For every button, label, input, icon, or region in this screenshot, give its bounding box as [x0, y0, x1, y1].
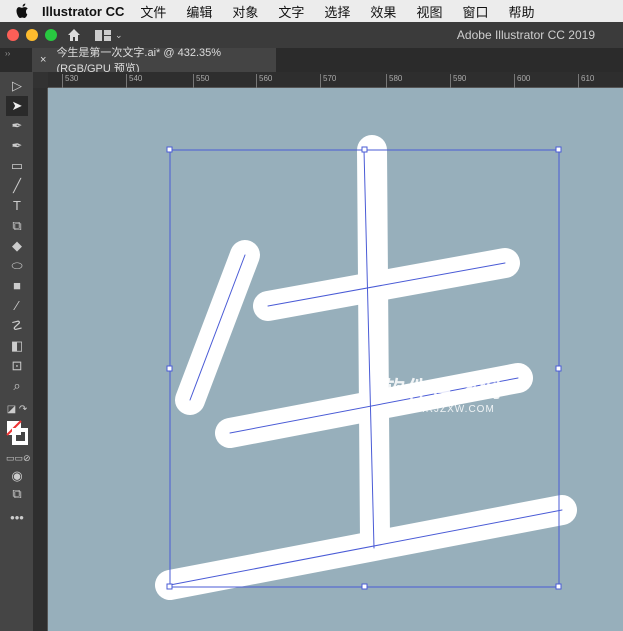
artwork [155, 135, 577, 600]
shape-builder-tool-icon[interactable]: ⬭ [6, 256, 28, 276]
apple-icon[interactable] [16, 3, 32, 19]
ruler-tick: 610 [578, 74, 594, 88]
menu-app-name[interactable]: Illustrator CC [42, 4, 124, 19]
artboard-canvas[interactable]: 软件自学网 WWW.RJZXW.COM [48, 88, 623, 631]
horizontal-ruler[interactable]: 530 540 550 560 570 580 590 600 610 [48, 72, 623, 88]
minimize-window-button[interactable] [26, 29, 38, 41]
zoom-window-button[interactable] [45, 29, 57, 41]
default-colors-swap-icon[interactable]: ◪ ↷ [6, 400, 28, 420]
type-tool-icon[interactable]: T [6, 196, 28, 216]
eraser-tool-icon[interactable]: ◆ [6, 236, 28, 256]
document-tab[interactable]: × 今生是第一次文字.ai* @ 432.35% (RGB/GPU 预览) [32, 47, 276, 75]
draw-mode-icon[interactable]: ◉ [6, 466, 28, 486]
ruler-tick: 550 [193, 74, 209, 88]
artboard-tool-icon[interactable]: ⊡ [6, 356, 28, 376]
document-tab-bar: ›› × 今生是第一次文字.ai* @ 432.35% (RGB/GPU 预览) [0, 47, 623, 75]
menu-bar: Illustrator CC 文件 编辑 对象 文字 选择 效果 视图 窗口 帮… [0, 0, 623, 22]
ruler-tick: 580 [386, 74, 402, 88]
watermark: 软件自学网 WWW.RJZXW.COM [383, 372, 503, 415]
color-mode-icon[interactable]: ▭▭⊘ [6, 448, 31, 468]
window-title: Adobe Illustrator CC 2019 [456, 28, 595, 42]
menu-window[interactable]: 窗口 [462, 2, 488, 21]
scale-tool-icon[interactable]: ⧉ [6, 216, 28, 236]
paintbrush-tool-icon[interactable]: ╱ [6, 176, 28, 196]
menu-file[interactable]: 文件 [140, 2, 166, 21]
zoom-tool-icon[interactable]: ⌕ [6, 376, 28, 396]
curvature-tool-icon[interactable]: ✒ [6, 136, 28, 156]
watermark-url: WWW.RJZXW.COM [391, 404, 495, 415]
close-tab-button[interactable]: × [40, 54, 46, 66]
ruler-tick: 570 [320, 74, 336, 88]
direct-selection-tool-icon[interactable]: ➤ [6, 96, 28, 116]
edit-toolbar-button[interactable]: ••• [6, 508, 28, 528]
menu-help[interactable]: 帮助 [508, 2, 534, 21]
menu-edit[interactable]: 编辑 [186, 2, 212, 21]
pen-tool-icon[interactable]: ✒ [6, 116, 28, 136]
workspace-switcher-icon[interactable]: ⌄ [95, 29, 123, 41]
watermark-cn: 软件自学网 [383, 377, 504, 402]
blend-tool-icon[interactable]: ◧ [6, 336, 28, 356]
menu-select[interactable]: 选择 [324, 2, 350, 21]
vertical-ruler[interactable] [33, 88, 48, 631]
close-window-button[interactable] [7, 29, 19, 41]
panel-collapse-icon[interactable]: ›› [5, 49, 10, 58]
menu-effect[interactable]: 效果 [370, 2, 396, 21]
fill-stroke-icon[interactable] [6, 420, 29, 446]
menu-view[interactable]: 视图 [416, 2, 442, 21]
ruler-tick: 530 [62, 74, 78, 88]
ruler-tick: 560 [256, 74, 272, 88]
eyedropper-tool-icon[interactable]: ⁄ [6, 296, 28, 316]
ruler-tick: 600 [514, 74, 530, 88]
home-icon[interactable] [67, 28, 81, 42]
tools-panel: ▷ ➤ ✒ ✒ ▭ ╱ T ⧉ ◆ ⬭ ■ ⁄ ☡ ◧ ⊡ ⌕ ◪ ↷ ▭▭⊘ … [0, 72, 33, 631]
ruler-tick: 590 [450, 74, 466, 88]
menu-object[interactable]: 对象 [232, 2, 258, 21]
screen-mode-icon[interactable]: ⧉ [6, 484, 28, 504]
rectangle-tool-icon[interactable]: ▭ [6, 156, 28, 176]
chevron-down-icon: ⌄ [115, 29, 123, 40]
puppet-warp-tool-icon[interactable]: ☡ [6, 316, 28, 336]
selection-tool-icon[interactable]: ▷ [6, 76, 28, 96]
menu-type[interactable]: 文字 [278, 2, 304, 21]
gradient-tool-icon[interactable]: ■ [6, 276, 28, 296]
ruler-tick: 540 [126, 74, 142, 88]
